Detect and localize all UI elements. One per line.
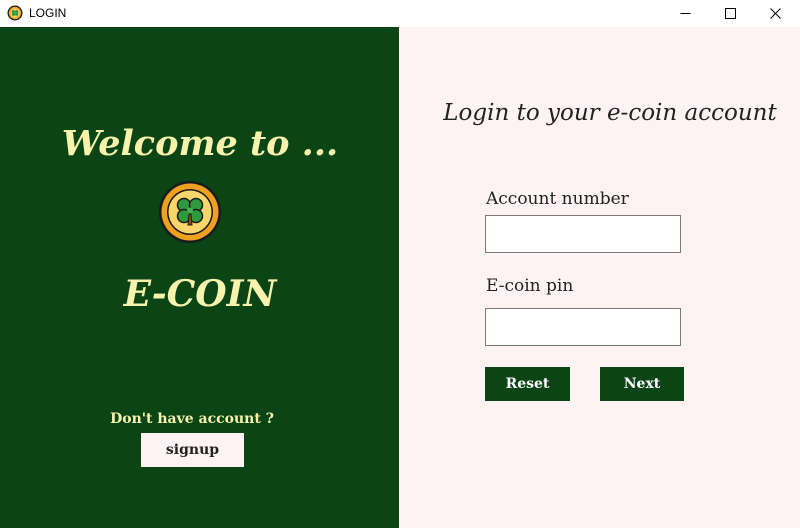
close-button[interactable] (753, 0, 798, 26)
brand-name: E-COIN (123, 273, 277, 315)
ecoin-pin-label: E-coin pin (486, 276, 574, 296)
next-button[interactable]: Next (600, 367, 684, 401)
login-heading: Login to your e-coin account (443, 100, 777, 126)
account-number-input[interactable] (485, 215, 681, 253)
maximize-icon (725, 7, 736, 19)
close-icon (770, 7, 781, 19)
minimize-button[interactable] (663, 0, 708, 26)
clover-coin-icon (159, 181, 221, 243)
welcome-heading: Welcome to ... (61, 123, 339, 164)
clover-coin-icon (7, 5, 23, 21)
window-titlebar: LOGIN (0, 0, 800, 26)
reset-button[interactable]: Reset (485, 367, 570, 401)
signup-button[interactable]: signup (141, 433, 244, 467)
account-number-label: Account number (486, 189, 629, 209)
ecoin-pin-input[interactable] (485, 308, 681, 346)
maximize-button[interactable] (708, 0, 753, 26)
signup-prompt: Don't have account ? (110, 411, 274, 427)
window-title: LOGIN (29, 6, 67, 20)
minimize-icon (680, 12, 691, 14)
